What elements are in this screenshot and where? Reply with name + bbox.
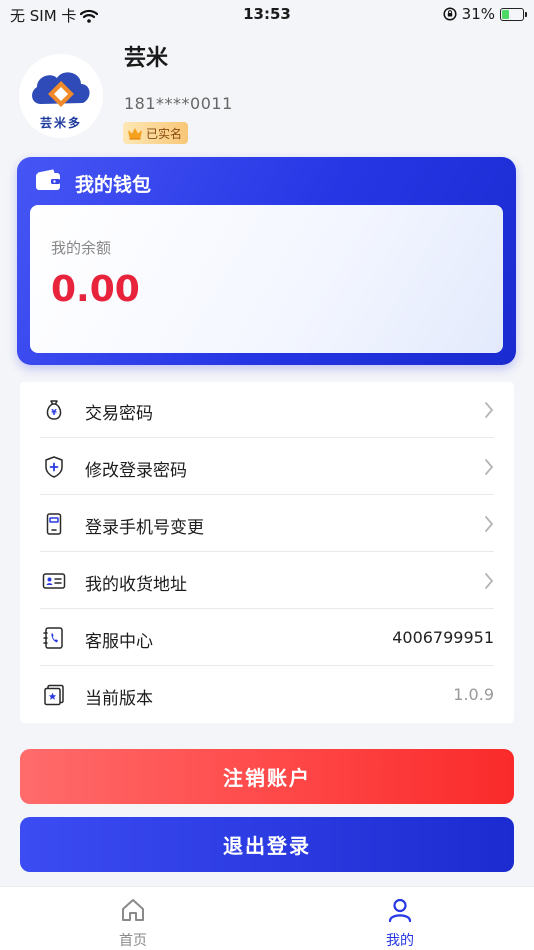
- logout-button[interactable]: 退出登录: [20, 817, 514, 872]
- verified-label: 已实名: [146, 126, 183, 141]
- menu-item-label: 当前版本: [85, 689, 153, 709]
- menu-item-label: 修改登录密码: [85, 461, 187, 481]
- menu-item-label: 我的收货地址: [85, 575, 187, 595]
- app-version: 1.0.9: [453, 685, 494, 704]
- svg-text:芸米多: 芸米多: [40, 115, 82, 130]
- tab-mine[interactable]: 我的: [340, 887, 460, 950]
- orientation-lock-icon: [443, 7, 457, 21]
- battery-icon: [500, 7, 527, 21]
- avatar[interactable]: 芸米多: [19, 54, 103, 138]
- balance-panel: 我的余额 0.00: [30, 205, 503, 353]
- shield-plus-icon: [45, 456, 63, 478]
- svg-text:¥: ¥: [51, 408, 57, 417]
- verified-badge: 已实名: [123, 122, 189, 144]
- home-icon: [122, 899, 144, 921]
- menu-item-label: 交易密码: [85, 404, 153, 424]
- tab-bar: 首页 我的: [0, 886, 534, 950]
- balance-label: 我的余额: [51, 239, 112, 257]
- battery-fill: [502, 9, 509, 19]
- tab-home[interactable]: 首页: [73, 887, 193, 950]
- chevron-right-icon: [485, 573, 494, 589]
- profile-name: 芸米: [124, 46, 169, 71]
- battery-percent: 31%: [461, 5, 495, 23]
- menu-item-change-login-password[interactable]: 修改登录密码: [20, 439, 514, 495]
- balance-value: 0.00: [51, 269, 140, 310]
- chevron-right-icon: [485, 516, 494, 532]
- menu-item-version: 当前版本 1.0.9: [20, 667, 514, 723]
- deregister-account-button[interactable]: 注销账户: [20, 749, 514, 804]
- wallet-title: 我的钱包: [75, 174, 152, 196]
- user-icon: [388, 898, 412, 923]
- tab-home-label: 首页: [119, 933, 147, 949]
- menu-item-trade-password[interactable]: ¥ 交易密码: [20, 382, 514, 438]
- tab-mine-label: 我的: [386, 933, 414, 949]
- menu-item-label: 客服中心: [85, 632, 153, 652]
- settings-menu: ¥ 交易密码 修改登录密码 登录手机号变更 我的收货地址 客服中心 400679…: [20, 382, 514, 723]
- contact-book-icon: [43, 627, 63, 649]
- status-bar: 无 SIM 卡 13:53 31%: [0, 0, 534, 30]
- menu-item-label: 登录手机号变更: [85, 518, 204, 538]
- menu-item-customer-service[interactable]: 客服中心 4006799951: [20, 610, 514, 666]
- id-card-icon: [42, 573, 66, 589]
- brand-logo-icon: 芸米多: [32, 72, 90, 130]
- crown-icon: [128, 127, 142, 140]
- profile-phone: 181****0011: [124, 94, 233, 113]
- wallet-icon: [36, 169, 60, 190]
- menu-item-change-phone[interactable]: 登录手机号变更: [20, 496, 514, 552]
- wallet-card[interactable]: 我的钱包 我的余额 0.00: [17, 157, 516, 365]
- menu-item-shipping-address[interactable]: 我的收货地址: [20, 553, 514, 609]
- version-icon: [44, 684, 64, 706]
- chevron-right-icon: [485, 459, 494, 475]
- chevron-right-icon: [485, 402, 494, 418]
- money-bag-icon: ¥: [46, 400, 62, 420]
- phone-icon: [46, 513, 62, 535]
- service-phone-number[interactable]: 4006799951: [392, 628, 494, 647]
